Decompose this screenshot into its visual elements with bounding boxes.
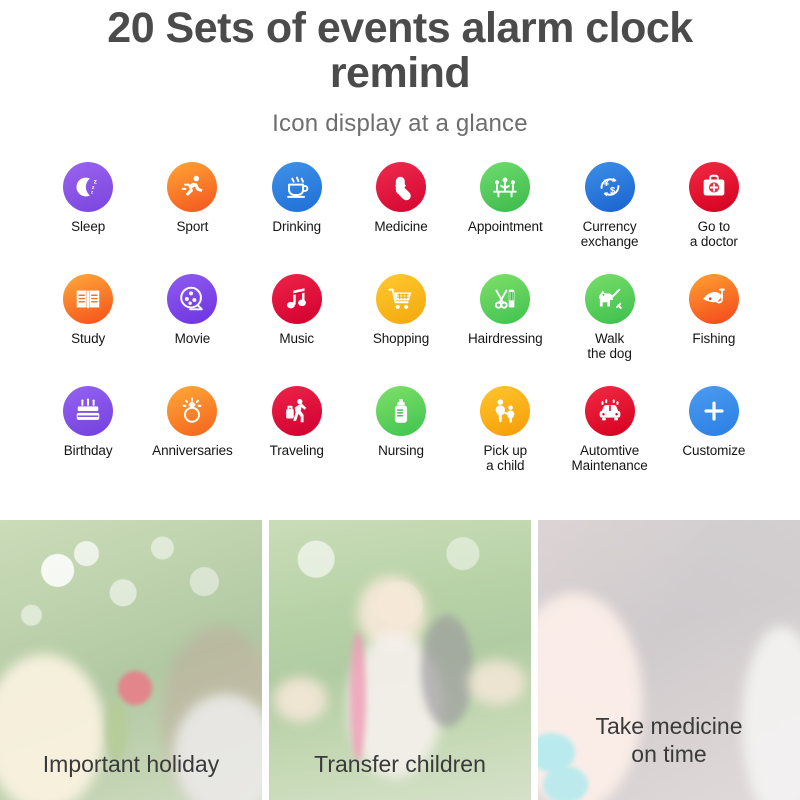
diamond-ring-icon [167, 386, 218, 436]
icon-item-shopping[interactable]: Shopping [349, 274, 453, 377]
runner-icon [167, 162, 218, 212]
music-note-icon [271, 274, 322, 324]
icon-label: Currency exchange [580, 219, 639, 250]
icon-label: Movie [174, 331, 211, 346]
open-book-icon [63, 274, 114, 324]
icon-label: Sport [176, 219, 209, 234]
panel-important-holiday[interactable]: Important holiday [0, 520, 262, 800]
icon-item-currency-exchange[interactable]: ¥ $ Currency exchange [557, 162, 661, 265]
panel-caption: Transfer children [314, 750, 486, 777]
header: 20 Sets of events alarm clock remind Ico… [0, 0, 800, 138]
currency-swap-icon: ¥ $ [584, 162, 635, 212]
icon-item-appointment[interactable]: Appointment [453, 162, 557, 265]
icon-item-nursing[interactable]: Nursing [349, 386, 453, 489]
icon-grid: z z z Sleep Sport Drinking Medicine Appointment… [36, 162, 766, 489]
icon-item-medicine[interactable]: Medicine [349, 162, 453, 265]
icon-label: Birthday [63, 443, 113, 458]
pill-capsule-icon [375, 162, 426, 212]
icon-item-traveling[interactable]: Traveling [245, 386, 349, 489]
panel-take-medicine-on-time[interactable]: Take medicine on time [538, 520, 800, 800]
dog-leash-icon [584, 274, 635, 324]
icon-item-study[interactable]: Study [36, 274, 140, 377]
icon-label: Go to a doctor [689, 219, 738, 250]
icon-label: Medicine [374, 219, 428, 234]
icon-label: Study [71, 331, 106, 346]
birthday-cake-icon [63, 386, 114, 436]
icon-label: Appointment [467, 219, 543, 234]
promo-page: 20 Sets of events alarm clock remind Ico… [0, 0, 800, 800]
svg-text:$: $ [610, 186, 616, 196]
meeting-people-icon [480, 162, 531, 212]
icon-label: Customize [682, 443, 746, 458]
icon-item-automotive-maintenance[interactable]: Automtive Maintenance [557, 386, 661, 489]
page-subtitle: Icon display at a glance [272, 110, 528, 138]
svg-text:¥: ¥ [603, 178, 609, 188]
panel-caption: Important holiday [42, 750, 220, 777]
icon-label: Hairdressing [467, 331, 543, 346]
moon-zzz-icon: zzz [63, 162, 114, 212]
icon-label: Drinking [272, 219, 322, 234]
page-title: 20 Sets of events alarm clock remind [107, 4, 693, 98]
traveler-luggage-icon [271, 386, 322, 436]
baby-bottle-icon [375, 386, 426, 436]
icon-label: Shopping [372, 331, 430, 346]
icon-label: Traveling [269, 443, 324, 458]
icon-item-movie[interactable]: Movie [140, 274, 244, 377]
icon-label: Automtive Maintenance [571, 443, 648, 474]
shopping-cart-icon [375, 274, 426, 324]
parent-child-icon [480, 386, 531, 436]
icon-label: Music [279, 331, 315, 346]
icon-item-sleep[interactable]: z z z Sleep [36, 162, 140, 265]
icon-item-birthday[interactable]: Birthday [36, 386, 140, 489]
icon-item-anniversaries[interactable]: Anniversaries [140, 386, 244, 489]
photo-panels: Important holiday Transfer children Take… [0, 520, 800, 800]
coffee-cup-icon [271, 162, 322, 212]
plus-icon [688, 386, 739, 436]
icon-item-customize[interactable]: Customize [662, 386, 766, 489]
car-sparkle-icon [584, 386, 635, 436]
icon-item-walk-the-dog[interactable]: Walk the dog [557, 274, 661, 377]
icon-item-go-to-a-doctor[interactable]: Go to a doctor [662, 162, 766, 265]
icon-label: Nursing [378, 443, 424, 458]
fish-hook-icon [688, 274, 739, 324]
icon-label: Fishing [692, 331, 736, 346]
icon-item-fishing[interactable]: Fishing [662, 274, 766, 377]
icon-label: Walk the dog [587, 331, 632, 362]
film-reel-icon [167, 274, 218, 324]
panel-caption: Take medicine on time [595, 712, 743, 767]
icon-label: Sleep [71, 219, 106, 234]
icon-item-music[interactable]: Music [245, 274, 349, 377]
medical-bag-icon [688, 162, 739, 212]
panel-transfer-children[interactable]: Transfer children [269, 520, 531, 800]
icon-item-pick-up-a-child[interactable]: Pick up a child [453, 386, 557, 489]
icon-item-drinking[interactable]: Drinking [245, 162, 349, 265]
icon-item-sport[interactable]: Sport [140, 162, 244, 265]
scissors-comb-icon [480, 274, 531, 324]
icon-label: Pick up a child [483, 443, 528, 474]
icon-label: Anniversaries [152, 443, 233, 458]
icon-item-hairdressing[interactable]: Hairdressing [453, 274, 557, 377]
